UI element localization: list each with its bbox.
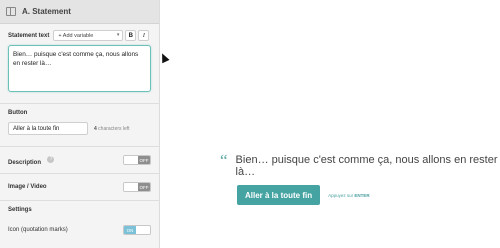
italic-button[interactable]: I bbox=[138, 30, 150, 41]
toggle-knob bbox=[124, 156, 138, 164]
button-section: Button Aller à la toute fin 4 characters… bbox=[0, 104, 159, 147]
help-icon[interactable]: ? bbox=[47, 156, 55, 164]
preview-action-row: Aller à la toute fin Appuyez sur ENTER bbox=[237, 185, 370, 205]
statement-textarea[interactable]: Bien… puisque c'est comme ça, nous allon… bbox=[8, 45, 151, 92]
image-video-section: Image / Video OFF bbox=[0, 174, 159, 201]
description-section: Description ? OFF bbox=[0, 147, 159, 174]
image-video-toggle-state: OFF bbox=[138, 183, 150, 191]
image-video-label: Image / Video bbox=[8, 184, 47, 190]
chars-left-text: 4 characters left bbox=[94, 126, 130, 132]
toggle-knob bbox=[136, 226, 150, 234]
quote-icon: “ bbox=[220, 151, 228, 170]
chars-left-count: 4 bbox=[94, 125, 97, 132]
image-video-toggle[interactable]: OFF bbox=[123, 182, 151, 192]
statement-section: Statement text + Add variable ▾ B I Bien… bbox=[0, 24, 159, 104]
icon-setting-label: Icon (quotation marks) bbox=[8, 227, 68, 233]
go-to-end-button[interactable]: Aller à la toute fin bbox=[237, 185, 321, 205]
description-toggle-state: OFF bbox=[138, 156, 150, 164]
button-text-input[interactable]: Aller à la toute fin bbox=[8, 122, 88, 135]
button-label: Button bbox=[8, 110, 28, 116]
add-variable-select[interactable]: + Add variable ▾ bbox=[53, 30, 124, 41]
cursor-icon bbox=[158, 51, 170, 64]
toggle-knob bbox=[124, 183, 138, 191]
block-title: A. Statement bbox=[22, 7, 71, 16]
preview-statement-text: Bien… puisque c'est comme ça, nous allon… bbox=[235, 154, 498, 178]
add-variable-label: + Add variable bbox=[58, 32, 94, 39]
press-enter-hint: Appuyez sur ENTER bbox=[328, 193, 370, 198]
description-toggle[interactable]: OFF bbox=[123, 155, 151, 165]
editor-sidebar: A. Statement Statement text + Add variab… bbox=[0, 0, 160, 248]
statement-label: Statement text bbox=[8, 32, 50, 39]
sidebar-header: A. Statement bbox=[0, 0, 159, 24]
chars-left-label: characters left bbox=[98, 125, 130, 132]
icon-toggle[interactable]: ON bbox=[123, 225, 151, 235]
press-key: ENTER bbox=[354, 192, 370, 198]
description-label: Description bbox=[8, 160, 42, 166]
press-hint-text: Appuyez sur bbox=[328, 192, 354, 198]
settings-label: Settings bbox=[8, 207, 32, 213]
settings-section: Settings Icon (quotation marks) ON bbox=[0, 201, 159, 246]
statement-preview: “ Bien… puisque c'est comme ça, nous all… bbox=[220, 151, 500, 178]
collapse-panel-icon[interactable] bbox=[6, 7, 16, 16]
chevron-down-icon: ▾ bbox=[116, 32, 120, 38]
icon-toggle-state: ON bbox=[124, 226, 136, 234]
bold-button[interactable]: B bbox=[125, 30, 137, 41]
